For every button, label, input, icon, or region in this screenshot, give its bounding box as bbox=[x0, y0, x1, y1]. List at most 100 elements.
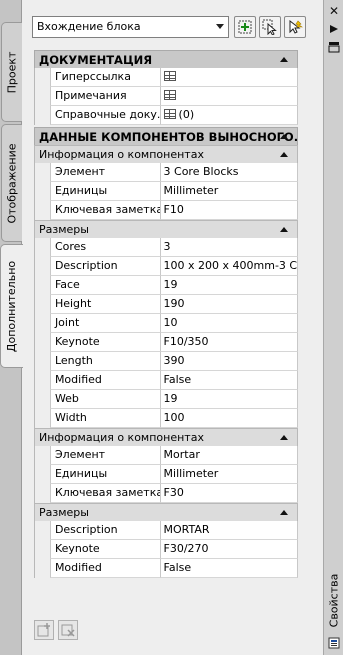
vertical-tab-strip: Проект Отображение Дополнительно bbox=[0, 0, 23, 655]
property-value-hyperlink[interactable] bbox=[160, 68, 298, 87]
group-title: Размеры bbox=[39, 506, 89, 519]
property-value[interactable]: Mortar bbox=[160, 446, 298, 465]
property-value[interactable]: False bbox=[160, 371, 298, 390]
property-row[interactable]: Ключевая заметка F30 bbox=[34, 484, 298, 503]
property-row[interactable]: Description 100 x 200 x 400mm-3 C... bbox=[34, 257, 298, 276]
properties-panel: Вхождение блока ДОКУМЕНТАЦИЯ Гиперссылка… bbox=[22, 0, 323, 655]
palette-title-text: Свойства bbox=[327, 573, 341, 627]
property-name: Keynote bbox=[49, 540, 161, 559]
property-value[interactable]: 3 Core Blocks bbox=[160, 163, 298, 182]
table-icon bbox=[163, 109, 176, 119]
property-value[interactable]: 100 bbox=[160, 409, 298, 428]
quick-select-button[interactable] bbox=[284, 16, 306, 38]
property-value[interactable]: Millimeter bbox=[160, 465, 298, 484]
property-value[interactable]: 390 bbox=[160, 352, 298, 371]
property-name: Cores bbox=[49, 238, 161, 257]
property-row[interactable]: Modified False bbox=[34, 559, 298, 578]
tab-display[interactable]: Отображение bbox=[1, 124, 22, 242]
property-row[interactable]: Элемент Mortar bbox=[34, 446, 298, 465]
property-row[interactable]: Единицы Millimeter bbox=[34, 182, 298, 201]
remove-property-set-button[interactable] bbox=[58, 620, 78, 640]
object-type-selector[interactable]: Вхождение блока bbox=[32, 16, 229, 38]
collapse-arrow-icon bbox=[280, 134, 288, 139]
property-value[interactable]: F10/350 bbox=[160, 333, 298, 352]
property-row[interactable]: Keynote F30/270 bbox=[34, 540, 298, 559]
chevron-down-icon bbox=[216, 24, 224, 29]
close-icon[interactable]: ✕ bbox=[327, 4, 341, 18]
property-name: Modified bbox=[49, 371, 161, 390]
property-value-reference-docs[interactable]: (0) bbox=[160, 106, 298, 125]
property-row-notes[interactable]: Примечания bbox=[34, 87, 298, 106]
property-row[interactable]: Элемент 3 Core Blocks bbox=[34, 163, 298, 182]
group-dimensions-2[interactable]: Размеры bbox=[34, 503, 298, 521]
property-row[interactable]: Height 190 bbox=[34, 295, 298, 314]
property-name: Единицы bbox=[49, 182, 161, 201]
property-row-hyperlink[interactable]: Гиперссылка bbox=[34, 68, 298, 87]
group-title: Информация о компонентах bbox=[39, 148, 204, 161]
property-value[interactable]: MORTAR bbox=[160, 521, 298, 540]
tab-extended[interactable]: Дополнительно bbox=[0, 244, 23, 368]
collapse-arrow-icon bbox=[280, 227, 288, 232]
bottom-toolbar bbox=[34, 620, 94, 642]
property-name: Ключевая заметка bbox=[49, 201, 161, 220]
add-property-set-button[interactable] bbox=[34, 620, 54, 640]
property-value-notes[interactable] bbox=[160, 87, 298, 106]
auto-hide-button[interactable] bbox=[327, 22, 341, 36]
property-value[interactable]: 3 bbox=[160, 238, 298, 257]
palette-title: Свойства bbox=[326, 570, 342, 630]
tab-project[interactable]: Проект bbox=[1, 22, 22, 122]
properties-menu-button[interactable] bbox=[327, 40, 341, 54]
property-value[interactable]: 10 bbox=[160, 314, 298, 333]
tab-display-label: Отображение bbox=[5, 142, 19, 224]
category-documentation[interactable]: ДОКУМЕНТАЦИЯ bbox=[34, 50, 298, 68]
remove-item-icon bbox=[61, 624, 75, 637]
property-row[interactable]: Joint 10 bbox=[34, 314, 298, 333]
category-component-data[interactable]: ДАННЫЕ КОМПОНЕНТОВ ВЫНОСНОГО... bbox=[34, 127, 298, 145]
property-row[interactable]: Web 19 bbox=[34, 390, 298, 409]
property-row-reference-docs[interactable]: Справочные доку... (0) bbox=[34, 106, 298, 125]
property-name: Width bbox=[49, 409, 161, 428]
selection-toolbar: Вхождение блока bbox=[32, 16, 312, 40]
property-name: Справочные доку... bbox=[49, 106, 161, 125]
property-name: Modified bbox=[49, 559, 161, 578]
table-icon bbox=[163, 90, 176, 100]
property-row[interactable]: Cores 3 bbox=[34, 238, 298, 257]
property-value[interactable]: F10 bbox=[160, 201, 298, 220]
property-value[interactable]: F30/270 bbox=[160, 540, 298, 559]
property-row[interactable]: Keynote F10/350 bbox=[34, 333, 298, 352]
property-value[interactable]: False bbox=[160, 559, 298, 578]
property-value[interactable]: 19 bbox=[160, 276, 298, 295]
group-dimensions-1[interactable]: Размеры bbox=[34, 220, 298, 238]
property-row[interactable]: Face 19 bbox=[34, 276, 298, 295]
property-value[interactable]: Millimeter bbox=[160, 182, 298, 201]
collapse-arrow-icon bbox=[280, 57, 288, 62]
table-icon bbox=[163, 71, 176, 81]
property-row[interactable]: Ключевая заметка F10 bbox=[34, 201, 298, 220]
property-row[interactable]: Description MORTAR bbox=[34, 521, 298, 540]
group-title: Информация о компонентах bbox=[39, 431, 204, 444]
property-value[interactable]: 19 bbox=[160, 390, 298, 409]
property-value[interactable]: F30 bbox=[160, 484, 298, 503]
property-name: Web bbox=[49, 390, 161, 409]
property-name: Элемент bbox=[49, 446, 161, 465]
property-row[interactable]: Width 100 bbox=[34, 409, 298, 428]
property-row[interactable]: Единицы Millimeter bbox=[34, 465, 298, 484]
group-component-info-1[interactable]: Информация о компонентах bbox=[34, 145, 298, 163]
category-component-data-title: ДАННЫЕ КОМПОНЕНТОВ ВЫНОСНОГО... bbox=[39, 130, 298, 144]
property-name: Description bbox=[49, 257, 161, 276]
property-name: Ключевая заметка bbox=[49, 484, 161, 503]
add-to-selection-button[interactable] bbox=[234, 16, 256, 38]
select-objects-button[interactable] bbox=[259, 16, 281, 38]
collapse-arrow-icon bbox=[280, 435, 288, 440]
property-name: Description bbox=[49, 521, 161, 540]
property-row[interactable]: Length 390 bbox=[34, 352, 298, 371]
property-value[interactable]: 100 x 200 x 400mm-3 C... bbox=[160, 257, 298, 276]
property-row[interactable]: Modified False bbox=[34, 371, 298, 390]
property-name: Гиперссылка bbox=[49, 68, 161, 87]
group-component-info-2[interactable]: Информация о компонентах bbox=[34, 428, 298, 446]
cursor-select-icon bbox=[262, 19, 277, 35]
collapse-arrow-icon bbox=[280, 510, 288, 515]
property-value[interactable]: 190 bbox=[160, 295, 298, 314]
add-item-icon bbox=[37, 623, 50, 637]
category-documentation-title: ДОКУМЕНТАЦИЯ bbox=[39, 53, 153, 67]
